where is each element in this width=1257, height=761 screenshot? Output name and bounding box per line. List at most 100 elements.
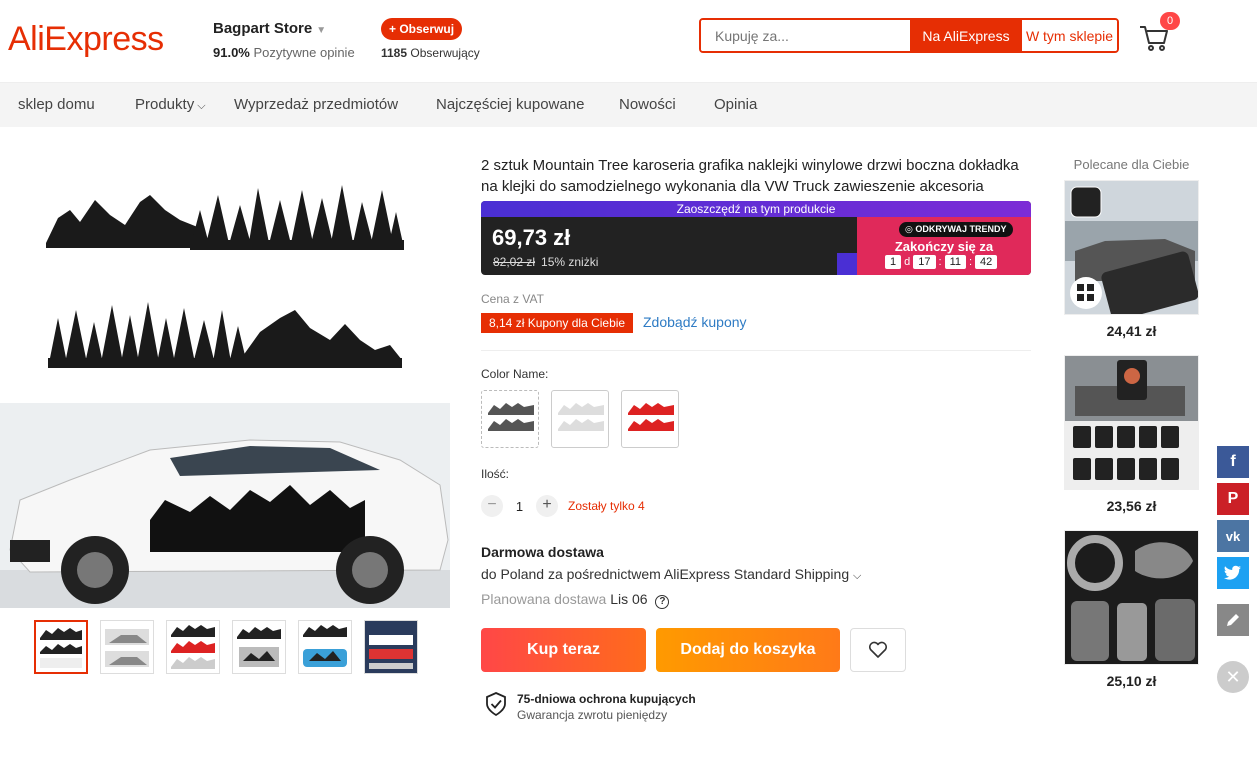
- thumbnail-image: [237, 627, 281, 667]
- add-to-cart-button[interactable]: Dodaj do koszyka: [656, 628, 840, 672]
- vk-share-button[interactable]: vk: [1217, 520, 1249, 552]
- top-header: AliExpress Bagpart Store ▼ 91.0% Pozytywn…: [0, 0, 1257, 83]
- shield-check-icon: [486, 692, 506, 716]
- pencil-icon: [1227, 614, 1239, 626]
- store-info: Bagpart Store ▼ 91.0% Pozytywne opinie: [213, 20, 355, 60]
- thumbnail[interactable]: [34, 620, 88, 674]
- stock-left: Zostały tylko 4: [568, 499, 645, 513]
- recommended-price: 24,41 zł: [1106, 323, 1157, 339]
- thumbnail[interactable]: [166, 620, 220, 674]
- vk-icon: vk: [1225, 528, 1241, 544]
- swatch-image: [488, 403, 534, 431]
- recommended-image: [1065, 181, 1198, 314]
- facebook-icon: f: [1230, 453, 1236, 470]
- close-icon: ✕: [1225, 666, 1241, 687]
- protection-title: 75-dniowa ochrona kupujących: [517, 692, 696, 706]
- protection-subtitle: Gwarancja zwrotu pieniędzy: [517, 708, 668, 722]
- followers-count: 1185: [381, 46, 408, 60]
- color-swatches: [481, 390, 679, 448]
- get-coupons-link[interactable]: Zdobądź kupony: [643, 314, 747, 330]
- pinterest-share-button[interactable]: P: [1217, 483, 1249, 515]
- timer-days: 1: [885, 255, 902, 269]
- close-button[interactable]: ✕: [1217, 661, 1249, 693]
- thumbnail-image: [105, 629, 149, 667]
- recommended-image: [1065, 356, 1198, 489]
- protection-text: 75-dniowa ochrona kupujących Gwarancja z…: [517, 692, 696, 722]
- wishlist-button[interactable]: [850, 628, 906, 672]
- trendy-icon: ◎: [905, 224, 913, 234]
- nav-item-reviews[interactable]: Opinia: [714, 96, 757, 113]
- recommended-item[interactable]: [1064, 180, 1199, 315]
- nav-item-home[interactable]: sklep domu: [18, 96, 95, 113]
- feedback-button[interactable]: [1217, 604, 1249, 636]
- discount-label: 15% zniżki: [541, 255, 599, 269]
- rating-percent: 91.0%: [213, 45, 250, 60]
- quantity-increase-button[interactable]: +: [536, 495, 558, 517]
- product-image-graphic: [0, 185, 450, 608]
- coupon-badge[interactable]: 8,14 zł Kupony dla Ciebie: [481, 313, 634, 333]
- timer-separator: :: [938, 256, 942, 268]
- shipping-method[interactable]: do Poland za pośrednictwem AliExpress St…: [481, 566, 861, 583]
- color-label: Color Name:: [481, 367, 549, 381]
- recommended-price: 23,56 zł: [1106, 498, 1157, 514]
- timer-separator: :: [968, 256, 973, 268]
- thumbnail-image: [40, 628, 82, 668]
- trendy-label: ODKRYWAJ TRENDY: [915, 224, 1007, 234]
- divider: [481, 350, 1031, 351]
- quantity-decrease-button[interactable]: −: [481, 495, 503, 517]
- color-swatch-white[interactable]: [551, 390, 609, 448]
- buy-now-button[interactable]: Kup teraz: [481, 628, 646, 672]
- nav-item-sale[interactable]: Wyprzedaż przedmiotów: [234, 96, 398, 113]
- shipping-title: Darmowa dostawa: [481, 544, 604, 560]
- store-name-link[interactable]: Bagpart Store ▼: [213, 20, 355, 37]
- trendy-badge[interactable]: ◎ ODKRYWAJ TRENDY: [899, 222, 1013, 237]
- search-bar: Na AliExpress W tym sklepie: [699, 18, 1119, 53]
- thumbnail[interactable]: [232, 620, 286, 674]
- thumbnail-image: [303, 625, 347, 667]
- search-input[interactable]: [701, 20, 910, 51]
- help-icon[interactable]: ?: [655, 595, 670, 609]
- timer-days-unit: d: [904, 256, 911, 268]
- save-banner: Zaoszczędź na tym produkcie: [481, 201, 1031, 217]
- aliexpress-logo[interactable]: AliExpress: [8, 20, 164, 59]
- thumbnail-image: [365, 621, 417, 673]
- color-swatch-red[interactable]: [621, 390, 679, 448]
- old-price-row: 82,02 zł 15% zniżki: [493, 255, 598, 269]
- heart-icon: [868, 641, 888, 658]
- current-price: 69,73 zł: [492, 225, 571, 250]
- quantity-value[interactable]: 1: [503, 499, 536, 514]
- twitter-icon: [1224, 565, 1241, 580]
- timer-hours: 17: [913, 255, 936, 269]
- delivery-estimate: Planowana dostawa Lis 06 ?: [481, 591, 670, 609]
- color-swatch-black[interactable]: [481, 390, 539, 448]
- product-main-image[interactable]: [0, 140, 450, 608]
- thumbnail[interactable]: [364, 620, 418, 674]
- store-name[interactable]: Bagpart Store: [213, 20, 312, 37]
- followers-info: 1185 Obserwujący: [381, 46, 480, 60]
- delivery-date: Lis 06: [610, 591, 648, 607]
- delivery-label: Planowana dostawa: [481, 591, 607, 607]
- countdown-timer: 1 d 17 : 11 : 42: [885, 255, 998, 269]
- recommended-item[interactable]: [1064, 530, 1199, 665]
- vat-note: Cena z VAT: [481, 292, 544, 306]
- nav-item-products[interactable]: Produkty ⌵: [135, 96, 206, 113]
- timer-minutes: 11: [944, 255, 966, 269]
- search-aliexpress-button[interactable]: Na AliExpress: [910, 20, 1022, 51]
- thumbnail-strip: [34, 620, 418, 674]
- cart-button[interactable]: 0: [1138, 12, 1180, 56]
- search-store-button[interactable]: W tym sklepie: [1022, 20, 1117, 51]
- old-price: 82,02 zł: [493, 255, 536, 269]
- follow-button[interactable]: + Obserwuj: [381, 18, 463, 40]
- nav-item-bestsellers[interactable]: Najczęściej kupowane: [436, 96, 584, 113]
- promo-panel: ◎ ODKRYWAJ TRENDY Zakończy się za 1 d 17…: [857, 217, 1031, 275]
- thumbnail[interactable]: [100, 620, 154, 674]
- thumbnail[interactable]: [298, 620, 352, 674]
- promo-accent: [837, 253, 859, 275]
- nav-item-new[interactable]: Nowości: [619, 96, 676, 113]
- recommended-item[interactable]: [1064, 355, 1199, 490]
- facebook-share-button[interactable]: f: [1217, 446, 1249, 478]
- recommended-image: [1065, 531, 1198, 664]
- shipping-desc: do Poland za pośrednictwem AliExpress St…: [481, 566, 850, 582]
- caret-down-icon[interactable]: ▼: [316, 25, 326, 36]
- twitter-share-button[interactable]: [1217, 557, 1249, 589]
